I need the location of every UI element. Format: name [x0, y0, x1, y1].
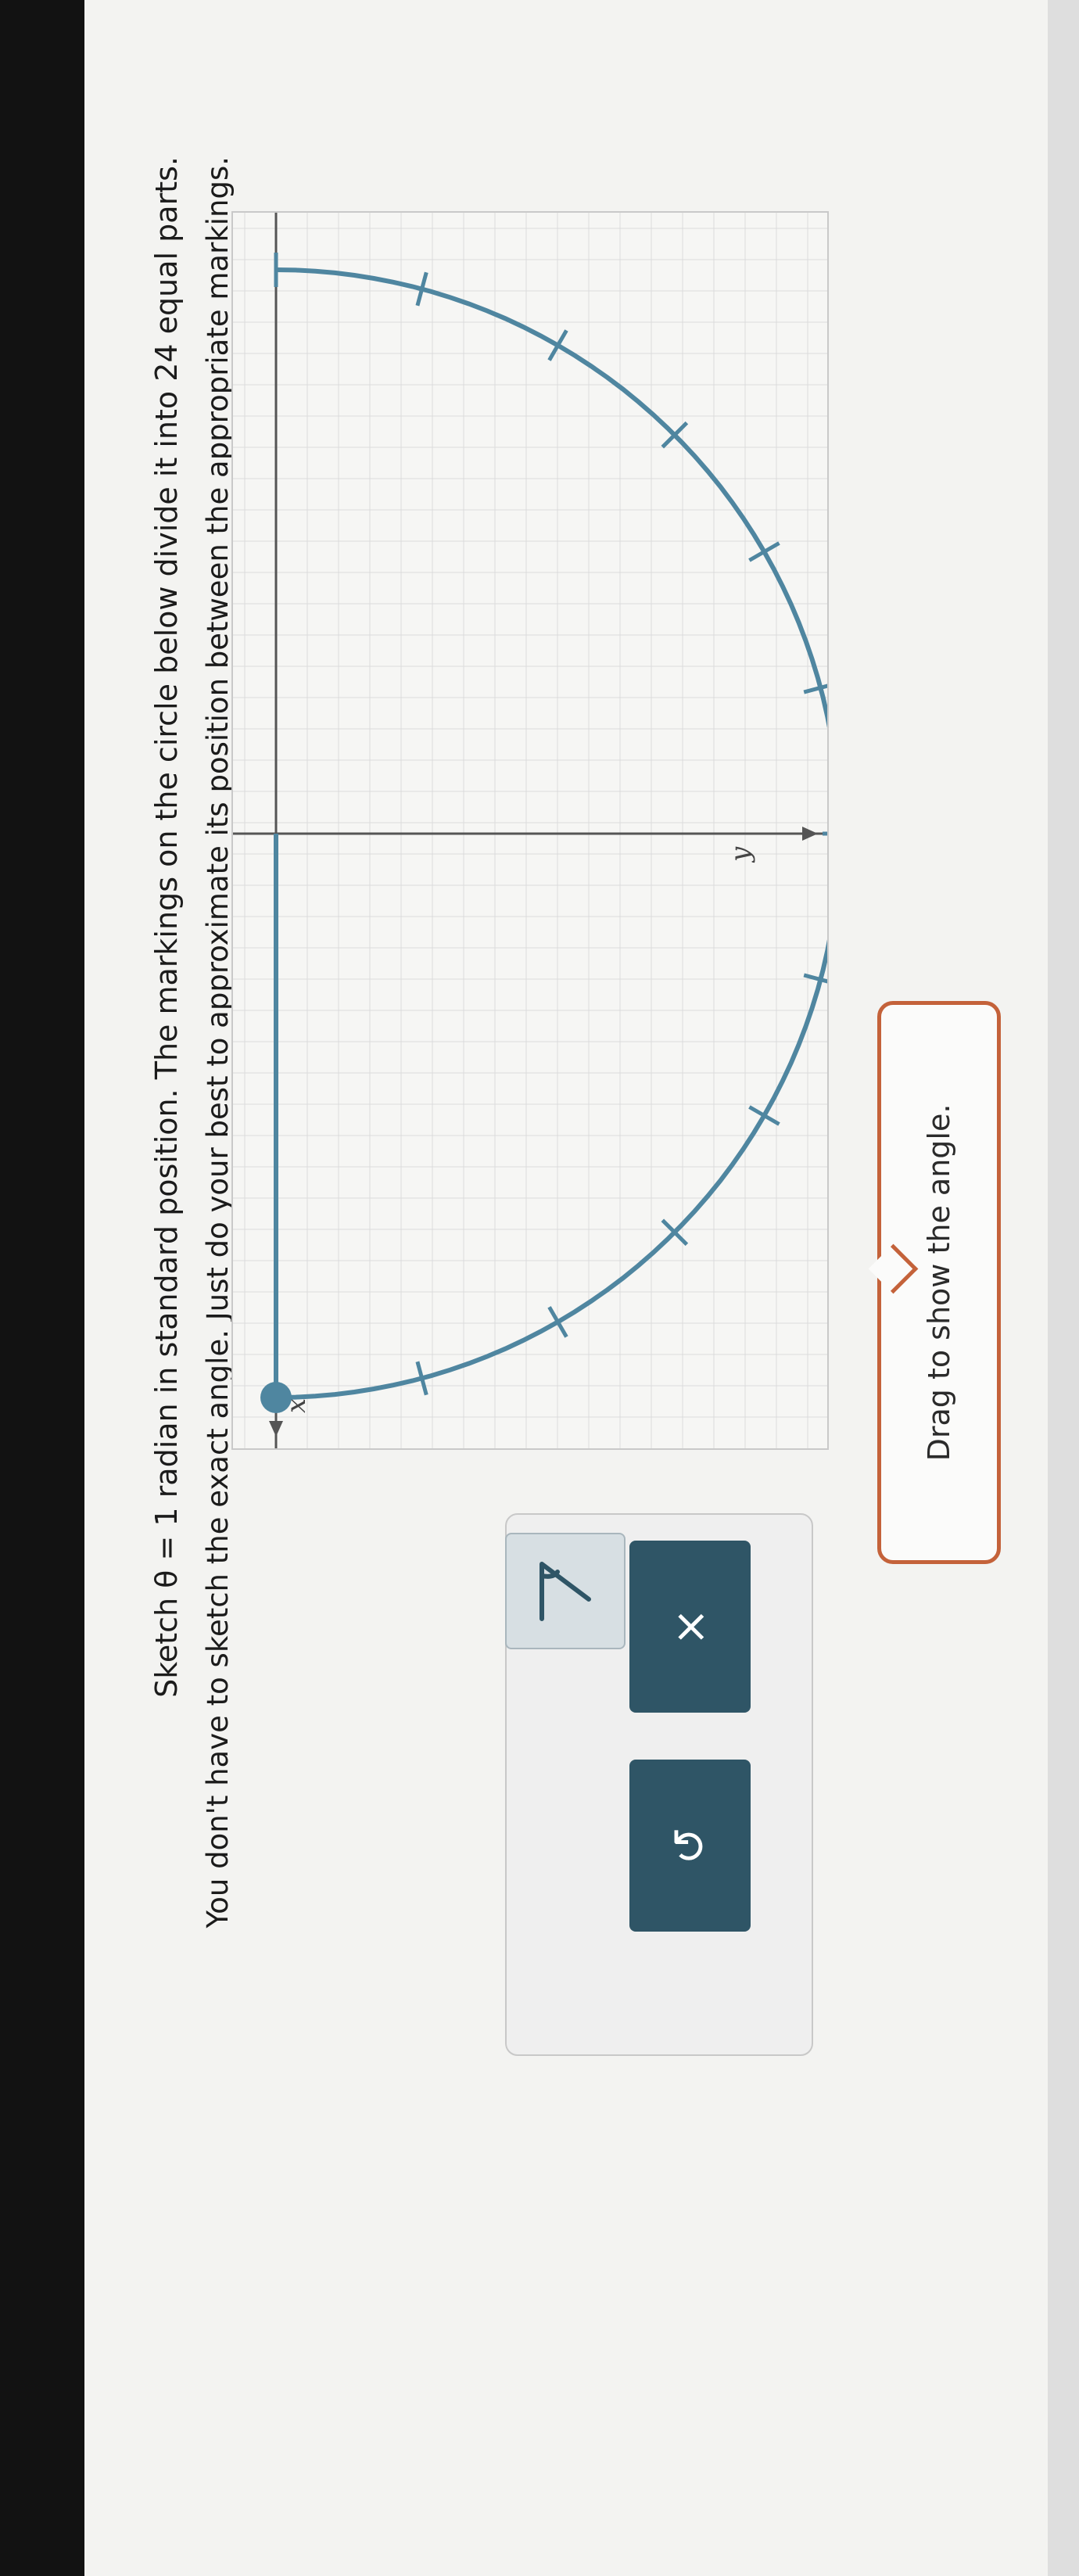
graph-area[interactable]: x y: [231, 211, 829, 1450]
clear-button[interactable]: ×: [629, 1541, 751, 1713]
question-subtext: You don't have to sketch the exact angle…: [201, 156, 235, 1928]
undo-icon: ↺: [663, 1826, 717, 1865]
top-bar: [0, 0, 84, 2576]
graph-svg[interactable]: x y: [233, 213, 827, 1448]
y-axis-label: y: [725, 846, 756, 863]
circle-tick-mark: [748, 541, 780, 562]
x-axis-arrow: [269, 1421, 283, 1437]
y-axis-arrow: [802, 827, 818, 841]
angle-icon: [540, 1561, 591, 1621]
angle-drag-handle[interactable]: [260, 1382, 292, 1413]
question-text: Sketch θ = 1 radian in standard position…: [149, 156, 184, 1698]
side-strip: [1048, 0, 1079, 2576]
angle-tool-button[interactable]: [505, 1533, 626, 1649]
close-icon: ×: [663, 1607, 717, 1646]
circle-tick-mark: [748, 1105, 780, 1126]
undo-button[interactable]: ↺: [629, 1760, 751, 1932]
